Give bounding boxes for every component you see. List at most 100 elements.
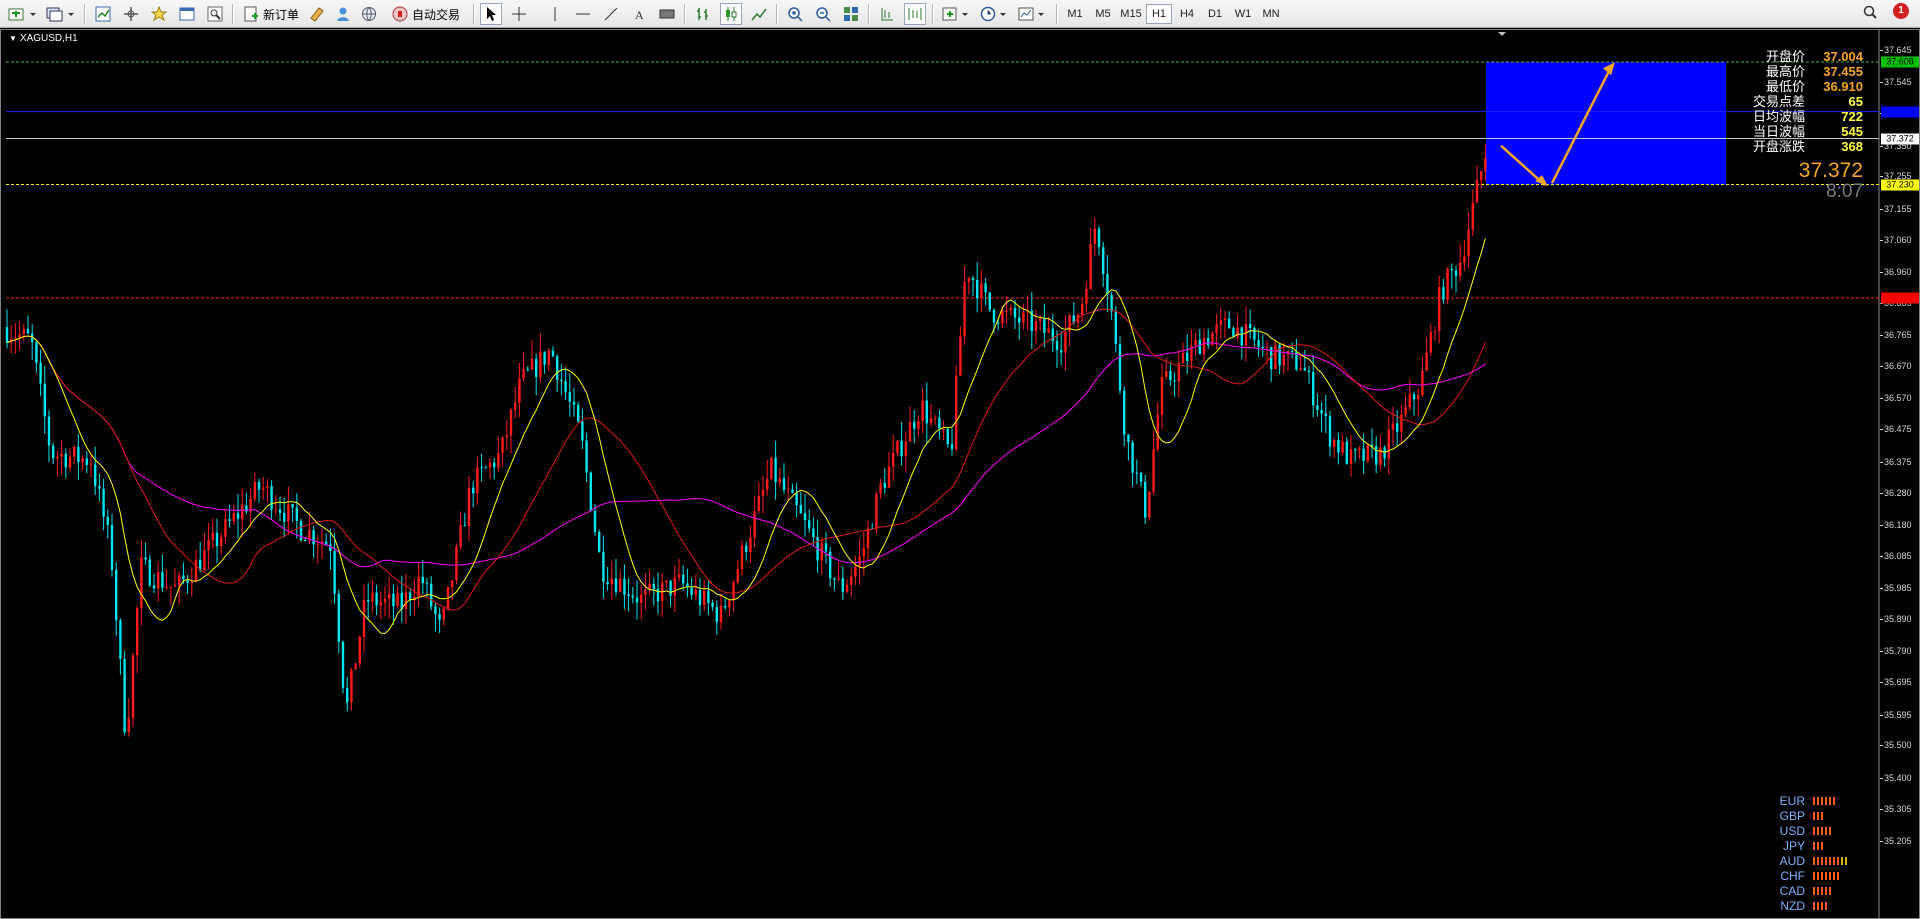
strength-bar [1825, 826, 1827, 835]
candle-body [52, 445, 55, 459]
timeframe-h1-button[interactable]: H1 [1146, 4, 1172, 24]
candle-body [94, 464, 97, 487]
tile-windows-button[interactable] [840, 3, 862, 25]
info-label: 最高价 [1765, 64, 1805, 79]
strength-bar [1813, 871, 1815, 880]
candle-body [278, 509, 282, 513]
candle-body [488, 462, 492, 468]
vps-button[interactable] [358, 3, 380, 25]
horizontal-line-button[interactable] [572, 3, 594, 25]
candle-body [841, 578, 844, 592]
auto-trading-button[interactable]: 自动交易 [384, 3, 468, 25]
templates-button[interactable] [1016, 3, 1050, 25]
currency-strength-row: CHF [1761, 868, 1849, 883]
timeframe-h4-button[interactable]: H4 [1174, 4, 1200, 24]
candle-body [778, 478, 781, 483]
cursor-tool-button[interactable] [480, 3, 502, 25]
candle-body [228, 519, 231, 522]
timeframe-mn-button[interactable]: MN [1258, 4, 1284, 24]
metaeditor-button[interactable] [306, 3, 328, 25]
candle-body [732, 582, 735, 601]
candle-body [635, 597, 639, 603]
terminal-button[interactable] [176, 3, 198, 25]
candle-body [845, 584, 849, 592]
strategy-tester-button[interactable] [204, 3, 226, 25]
candle-body [967, 278, 970, 283]
timeframe-m5-button[interactable]: M5 [1090, 4, 1116, 24]
currency-strength-row: GBP [1761, 808, 1849, 823]
candle-body [1160, 376, 1164, 415]
indicators-button[interactable] [940, 3, 974, 25]
candle-body [220, 537, 223, 547]
candle-body [1215, 324, 1218, 334]
chart-window[interactable]: ▼XAGUSD,H1 37.64537.54537.45037.35037.25… [0, 29, 1920, 919]
timeframe-m1-button[interactable]: M1 [1062, 4, 1088, 24]
auto-trading-label: 自动交易 [411, 7, 460, 22]
strength-bar [1817, 856, 1819, 865]
candle-body [1421, 370, 1424, 396]
signals-person-icon [337, 7, 349, 21]
signals-button[interactable] [332, 3, 354, 25]
candle-body [787, 489, 790, 491]
candle-body [740, 545, 744, 570]
search-icon[interactable] [1862, 4, 1878, 25]
chart-shift-button[interactable] [904, 3, 926, 25]
price-tick-label: 35.500 [1884, 740, 1912, 751]
candle-body [1139, 472, 1143, 482]
candle-body [1337, 440, 1340, 453]
candle-body [992, 309, 996, 323]
candle-body [224, 519, 227, 538]
text-label-button[interactable] [656, 3, 678, 25]
text-tool-button[interactable]: A [628, 3, 650, 25]
navigator-button[interactable] [148, 3, 170, 25]
candle-body [1110, 294, 1113, 312]
price-chart[interactable] [1, 30, 1919, 918]
candlestick-button[interactable] [720, 3, 742, 25]
line-chart-icon [751, 8, 767, 21]
auto-trading-icon [392, 6, 408, 22]
candle-body [1148, 491, 1151, 518]
profiles-button[interactable] [44, 3, 78, 25]
zoom-in-icon [788, 7, 803, 22]
candle-body [1366, 444, 1369, 461]
info-label: 最低价 [1765, 79, 1805, 94]
zoom-in-button[interactable] [784, 3, 806, 25]
trendline-button[interactable] [600, 3, 622, 25]
timeframe-m15-button[interactable]: M15 [1118, 4, 1144, 24]
zoom-out-button[interactable] [812, 3, 834, 25]
notification-badge[interactable]: 1 [1893, 3, 1909, 19]
candle-body [333, 551, 336, 594]
chart-menu-triangle-icon[interactable]: ▼ [9, 34, 17, 43]
vertical-line-button[interactable] [544, 3, 566, 25]
candle-body [203, 550, 206, 571]
new-order-button[interactable]: 新订单 [240, 3, 302, 25]
candle-body [614, 578, 618, 592]
timeframe-w1-button[interactable]: W1 [1230, 4, 1256, 24]
price-scale[interactable]: 37.64537.54537.45037.35037.25537.15537.0… [1880, 30, 1920, 918]
indicators-icon [942, 7, 968, 21]
candle-body [18, 334, 21, 338]
data-window-button[interactable] [120, 3, 142, 25]
price-tick-mark [1880, 335, 1883, 337]
auto-scroll-button[interactable] [876, 3, 898, 25]
line-chart-button[interactable] [748, 3, 770, 25]
candle-body [1005, 310, 1008, 312]
candle-body [169, 586, 172, 588]
chart-shift-marker-icon [1498, 32, 1506, 36]
candle-body [971, 278, 975, 280]
market-watch-button[interactable] [92, 3, 114, 25]
new-order-label: 新订单 [262, 7, 299, 22]
candle-body [1396, 423, 1399, 432]
timeframe-d1-button[interactable]: D1 [1202, 4, 1228, 24]
candle-body [619, 578, 622, 592]
bar-chart-button[interactable] [692, 3, 714, 25]
periods-button[interactable] [978, 3, 1012, 25]
crosshair-tool-button[interactable] [508, 3, 530, 25]
candle-body [934, 417, 937, 419]
candle-body [73, 446, 76, 457]
candle-body [564, 381, 567, 393]
candle-body [1471, 202, 1474, 230]
candle-body [472, 487, 475, 494]
new-chart-button[interactable] [6, 3, 40, 25]
candle-body [1194, 339, 1197, 346]
